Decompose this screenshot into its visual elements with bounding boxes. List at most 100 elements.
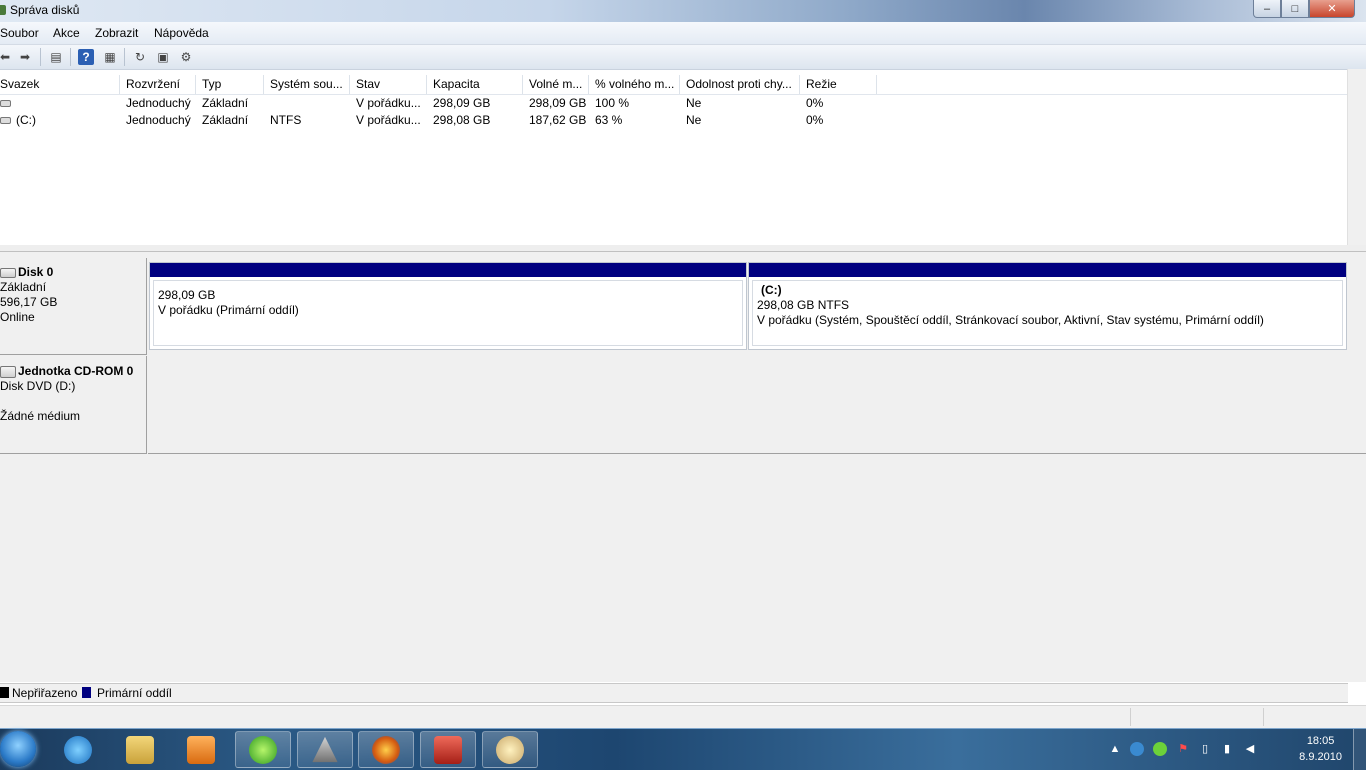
cell-odolnost: Ne [686, 113, 702, 127]
col-header-odolnost[interactable]: Odolnost proti chy... [680, 75, 800, 94]
disk0-label[interactable]: Disk 0 Základní 596,17 GB Online [0, 258, 147, 355]
internet-explorer-icon[interactable] [50, 731, 106, 768]
window-title: Správa disků [10, 3, 80, 17]
media-player-icon[interactable] [173, 731, 229, 768]
cell-odolnost: Ne [686, 96, 702, 110]
firefox-icon[interactable] [358, 731, 414, 768]
system-tray: ▲ ⚑ ▯ ▮ ◀ 18:05 8.9.2010 [1106, 729, 1366, 770]
refresh-icon[interactable]: ↻ [132, 49, 148, 65]
back-arrow-icon[interactable]: ⬅ [0, 49, 13, 65]
disk0-name: Disk 0 [18, 265, 54, 279]
col-header-stav[interactable]: Stav [350, 75, 427, 94]
cdrom0-name: Jednotka CD-ROM 0 [18, 364, 134, 378]
volume-list: Svazek Rozvržení Typ Systém sou... Stav … [0, 75, 1348, 246]
legend-swatch-unallocated [0, 687, 9, 698]
app-triangle-icon[interactable] [297, 731, 353, 768]
col-header-rozvrzeni[interactable]: Rozvržení [120, 75, 196, 94]
show-hidden-icons-icon[interactable]: ▲ [1108, 742, 1122, 756]
col-header-svazek[interactable]: Svazek [0, 75, 120, 94]
toolbar-separator [70, 48, 71, 66]
cell-kapacita: 298,08 GB [433, 113, 491, 127]
start-button[interactable] [0, 731, 36, 767]
status-segment [1130, 708, 1264, 726]
cdrom0-status: Žádné médium [0, 409, 81, 423]
menu-zobrazit[interactable]: Zobrazit [95, 26, 138, 40]
menu-bar: Soubor Akce Zobrazit Nápověda [0, 22, 1366, 45]
disk0-type: Základní [0, 280, 47, 294]
legend-label-primary: Primární oddíl [97, 686, 172, 700]
properties-icon[interactable]: ▣ [155, 49, 171, 65]
properties-view-icon[interactable]: ▦ [102, 49, 118, 65]
col-header-system-souboru[interactable]: Systém sou... [264, 75, 350, 94]
cell-rezie: 0% [806, 113, 824, 127]
cell-volne-misto: 187,62 GB [529, 113, 587, 127]
table-row[interactable]: (C:) Jednoduchý Základní NTFS V pořádku.… [0, 112, 1348, 129]
clock[interactable]: 18:05 8.9.2010 [1299, 733, 1342, 765]
file-explorer-icon[interactable] [112, 731, 168, 768]
volume-icon[interactable]: ◀ [1243, 742, 1257, 756]
partition-unlabeled[interactable]: 298,09 GB V pořádku (Primární oddíl) [149, 262, 747, 350]
partition-color-bar [749, 263, 1346, 277]
col-header-kapacita[interactable]: Kapacita [427, 75, 523, 94]
clock-time: 18:05 [1306, 735, 1335, 747]
disk0-size: 596,17 GB [0, 295, 58, 309]
cell-svazek: (C:) [16, 113, 36, 127]
minimize-button[interactable]: – [1253, 0, 1281, 18]
cell-kapacita: 298,09 GB [433, 96, 491, 110]
toolbox-icon[interactable] [420, 731, 476, 768]
show-hide-tree-icon[interactable]: ▤ [48, 49, 64, 65]
title-bar[interactable]: Správa disků – □ ✕ [0, 0, 1366, 22]
status-segment [1263, 708, 1364, 726]
cell-stav: V pořádku... [356, 96, 421, 110]
volume-icon [0, 100, 11, 108]
partition-size: 298,08 GB NTFS [757, 298, 850, 312]
settings-icon[interactable]: ⚙ [178, 49, 194, 65]
cdrom0-label[interactable]: Jednotka CD-ROM 0 Disk DVD (D:) Žádné mé… [0, 356, 147, 454]
legend: Nepřiřazeno Primární oddíl [0, 683, 1348, 703]
close-button[interactable]: ✕ [1309, 0, 1355, 18]
icq-tray-icon[interactable] [1153, 742, 1167, 756]
cell-typ: Základní [202, 96, 249, 110]
pane-splitter[interactable] [0, 245, 1366, 252]
legend-label-unallocated: Nepřiřazeno [12, 686, 78, 700]
col-header-procento-volneho[interactable]: % volného m... [589, 75, 680, 94]
partition-size: 298,09 GB [158, 288, 216, 302]
cell-procento-volneho: 100 % [595, 96, 630, 110]
icq-icon[interactable] [235, 731, 291, 768]
network-sync-icon[interactable] [1130, 742, 1144, 756]
menu-napoveda[interactable]: Nápověda [154, 26, 209, 40]
legend-swatch-primary [82, 687, 91, 698]
col-header-rezie[interactable]: Režie [800, 75, 877, 94]
disk-map-pane: Disk 0 Základní 596,17 GB Online 298,09 … [0, 252, 1366, 682]
paint-icon[interactable] [482, 731, 538, 768]
disk0-status: Online [0, 310, 35, 324]
partition-label: (C:) [761, 283, 782, 297]
cell-system-souboru [270, 95, 350, 112]
col-header-typ[interactable]: Typ [196, 75, 264, 94]
cell-rozvrzeni: Jednoduchý [126, 96, 191, 110]
cdrom0-area[interactable] [148, 355, 1366, 454]
show-desktop-button[interactable] [1353, 729, 1366, 770]
disk-management-icon [0, 5, 6, 15]
safely-remove-icon[interactable]: ▯ [1198, 742, 1212, 756]
menu-akce[interactable]: Akce [53, 26, 80, 40]
signal-strength-icon[interactable]: ▮ [1220, 742, 1234, 756]
partition-status: V pořádku (Primární oddíl) [158, 303, 299, 317]
col-header-volne-misto[interactable]: Volné m... [523, 75, 589, 94]
cd-rom-icon [0, 365, 16, 378]
maximize-button[interactable]: □ [1281, 0, 1309, 18]
vertical-scrollbar[interactable] [1347, 69, 1366, 249]
help-icon[interactable]: ? [78, 49, 94, 65]
partition-color-bar [150, 263, 746, 277]
partition-c[interactable]: (C:) 298,08 GB NTFS V pořádku (Systém, S… [748, 262, 1347, 350]
partition-status: V pořádku (Systém, Spouštěcí oddíl, Strá… [757, 313, 1264, 327]
cell-system-souboru: NTFS [270, 113, 302, 127]
menu-soubor[interactable]: Soubor [0, 26, 39, 40]
forward-arrow-icon[interactable]: ➡ [17, 49, 33, 65]
status-bar [0, 705, 1366, 728]
table-row[interactable]: Jednoduchý Základní V pořádku... 298,09 … [0, 95, 1348, 112]
toolbar: ⬅ ➡ ▤ ? ▦ ↻ ▣ ⚙ [0, 45, 1366, 70]
toolbar-separator [40, 48, 41, 66]
volume-list-header: Svazek Rozvržení Typ Systém sou... Stav … [0, 75, 1348, 95]
action-center-icon[interactable]: ⚑ [1176, 742, 1190, 756]
